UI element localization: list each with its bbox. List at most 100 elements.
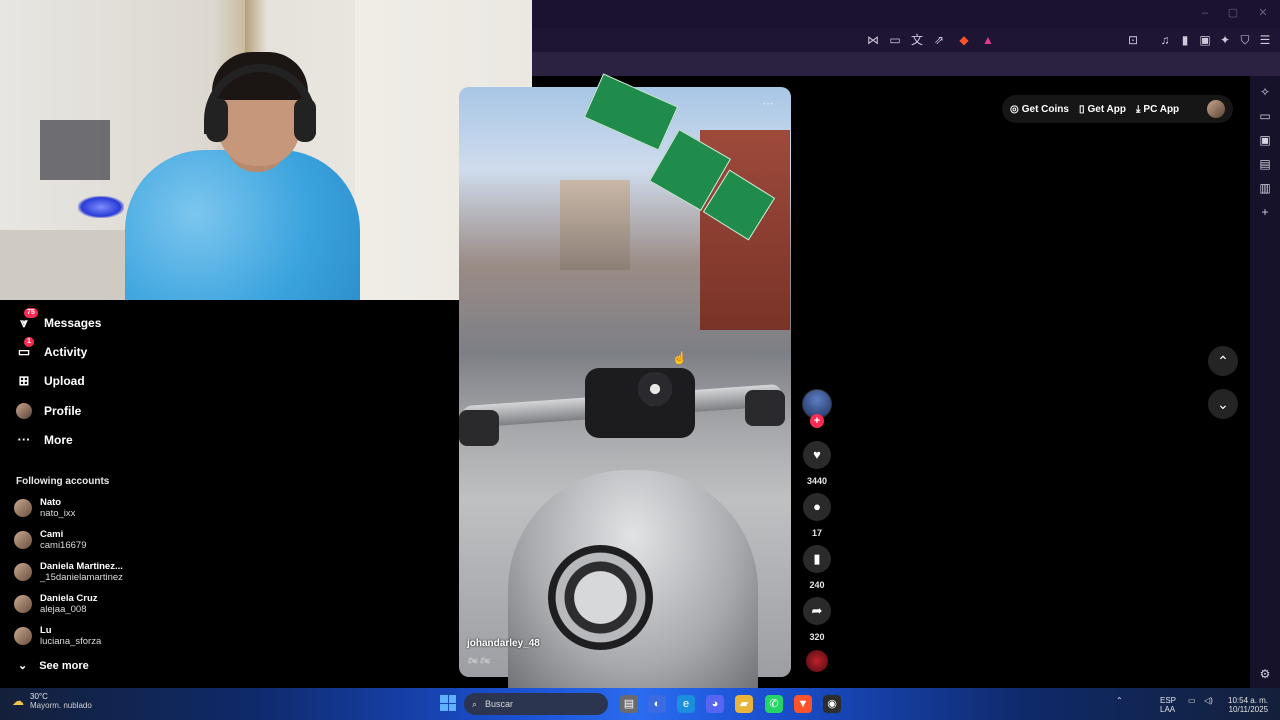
taskbar-search[interactable]: ⌕ Buscar [464, 693, 608, 715]
user-avatar[interactable] [1207, 100, 1225, 118]
cam-headset-right [294, 98, 316, 142]
cast-icon[interactable]: ▭ [887, 32, 903, 48]
messages-badge: 75 [24, 308, 38, 318]
nav-label-profile: Profile [44, 404, 82, 418]
nav-item-messages[interactable]: ⩔ 75 Messages [16, 308, 101, 334]
weather-temperature: 30°C [30, 692, 48, 701]
clock[interactable]: 10:54 a. m. 10/11/2025 [1228, 696, 1268, 714]
discord-icon[interactable]: ◕ [706, 695, 724, 713]
clock-time: 10:54 a. m. [1228, 696, 1269, 705]
clock-date: 10/11/2025 [1228, 705, 1269, 714]
nav-item-profile[interactable]: Profile [16, 400, 81, 422]
video-building [560, 180, 630, 270]
translate-icon[interactable]: 文 [909, 32, 925, 48]
sidebar-toggle-icon[interactable]: ▮ [1177, 32, 1193, 48]
pc-app-button[interactable]: ⤓ PC App [1136, 104, 1179, 115]
cloud-sun-icon: ☁ [12, 694, 24, 708]
get-app-button[interactable]: ▯ Get App [1079, 104, 1126, 115]
add-panel-icon[interactable]: + [1257, 204, 1273, 220]
follow-plus-icon[interactable]: + [810, 414, 824, 428]
close-button[interactable]: ✕ [1256, 6, 1270, 20]
rewards-icon[interactable]: ▲ [980, 32, 996, 48]
whatsapp-icon[interactable]: ✆ [765, 695, 783, 713]
obs-icon[interactable]: ◉ [823, 695, 841, 713]
weather-widget[interactable]: ☁ 30°C Mayorm. nublado [12, 692, 92, 710]
bookmarks-icon[interactable]: ▤ [1257, 156, 1273, 172]
language-indicator[interactable]: ESP LAA [1160, 696, 1176, 714]
account-handle: nato_ixx [40, 508, 76, 519]
avatar [14, 627, 32, 645]
next-video-button[interactable]: ⌄ [1208, 389, 1238, 419]
search-icon: ⌕ [472, 698, 478, 709]
top-actions-bar: ◎ Get Coins ▯ Get App ⤓ PC App [1002, 95, 1233, 123]
webcam-overlay [0, 0, 532, 300]
account-name: Cami [40, 529, 64, 540]
tab-search-icon[interactable]: ⊡ [1125, 32, 1141, 48]
share-button[interactable]: ➦ [803, 597, 831, 625]
video-gauge [638, 372, 672, 406]
maximize-button[interactable]: ▢ [1226, 6, 1240, 20]
get-coins-label: Get Coins [1021, 103, 1069, 115]
brave-icon[interactable]: ▼ [794, 695, 812, 713]
start-button[interactable] [440, 695, 456, 711]
account-item[interactable]: Cami cami16679 [14, 526, 86, 554]
plus-square-icon: ⊞ [18, 373, 30, 388]
music-disc-icon[interactable] [806, 650, 828, 672]
see-more-button[interactable]: ⌄ See more [18, 659, 89, 673]
account-item[interactable]: Daniela Cruz alejaa_008 [14, 590, 98, 618]
coin-icon: ◎ [1010, 103, 1019, 115]
account-item[interactable]: Daniela Martinez... _15danielamartinez [14, 558, 123, 586]
leo-icon[interactable]: ✧ [1257, 84, 1273, 100]
video-fuel-cap [548, 545, 653, 650]
video-icon[interactable]: ▭ [1257, 108, 1273, 124]
more-options-icon[interactable]: ··· [762, 96, 774, 110]
copilot-icon[interactable]: ◐ [648, 695, 666, 713]
account-name: Lu [40, 625, 52, 636]
avatar-icon [16, 403, 32, 419]
account-handle: luciana_sforza [40, 636, 102, 647]
reader-icon[interactable]: ⋈ [865, 32, 881, 48]
menu-icon[interactable]: ☰ [1257, 32, 1273, 48]
weather-description: Mayorm. nublado [30, 701, 92, 710]
account-item[interactable]: Nato nato_ixx [14, 494, 75, 522]
brave-shield-icon[interactable]: ◆ [956, 32, 972, 48]
avatar [14, 595, 32, 613]
nav-item-activity[interactable]: ▭ 1 Activity [16, 337, 87, 363]
avatar [14, 499, 32, 517]
send-icon: ⩔ 75 [16, 308, 38, 331]
pc-app-label: PC App [1143, 103, 1180, 115]
save-count: 240 [809, 580, 825, 590]
heart-icon: ♥ [813, 447, 821, 462]
volume-icon[interactable]: ◁) [1204, 696, 1213, 705]
vpn-icon[interactable]: ⛉ [1237, 32, 1253, 48]
nav-item-upload[interactable]: ⊞ Upload [16, 370, 85, 392]
get-coins-button[interactable]: ◎ Get Coins [1010, 104, 1069, 115]
video-author[interactable]: johandarley_48 [467, 638, 540, 649]
edge-icon[interactable]: e [677, 695, 695, 713]
network-icon[interactable]: ▭ [1188, 696, 1196, 705]
windows-taskbar [0, 688, 1280, 720]
account-item[interactable]: Lu luciana_sforza [14, 622, 101, 650]
media-icon[interactable]: ♫ [1157, 32, 1173, 48]
account-name: Nato [40, 497, 62, 508]
wallet-icon[interactable]: ▣ [1197, 32, 1213, 48]
chevron-down-icon: ⌄ [18, 660, 28, 672]
settings-gear-icon[interactable]: ⚙ [1257, 666, 1273, 682]
reading-list-icon[interactable]: ▥ [1257, 180, 1273, 196]
share-icon[interactable]: ⇗ [931, 32, 947, 48]
save-button[interactable]: ▮ [803, 545, 831, 573]
minimize-button[interactable]: – [1198, 6, 1212, 20]
tray-chevron-up-icon[interactable]: ⌃ [1116, 696, 1123, 705]
comment-button[interactable]: ● [803, 493, 831, 521]
previous-video-button[interactable]: ⌃ [1208, 346, 1238, 376]
leo-ai-icon[interactable]: ✦ [1217, 32, 1233, 48]
wallet-panel-icon[interactable]: ▣ [1257, 132, 1273, 148]
task-view-icon[interactable]: ▤ [620, 695, 638, 713]
video-left-grip [459, 410, 499, 446]
cam-shelf [40, 120, 110, 180]
like-button[interactable]: ♥ [803, 441, 831, 469]
account-name: Daniela Cruz [40, 593, 98, 604]
file-explorer-icon[interactable]: ▰ [735, 695, 753, 713]
like-count: 3440 [806, 476, 828, 486]
nav-item-more[interactable]: ··· More [16, 429, 73, 451]
